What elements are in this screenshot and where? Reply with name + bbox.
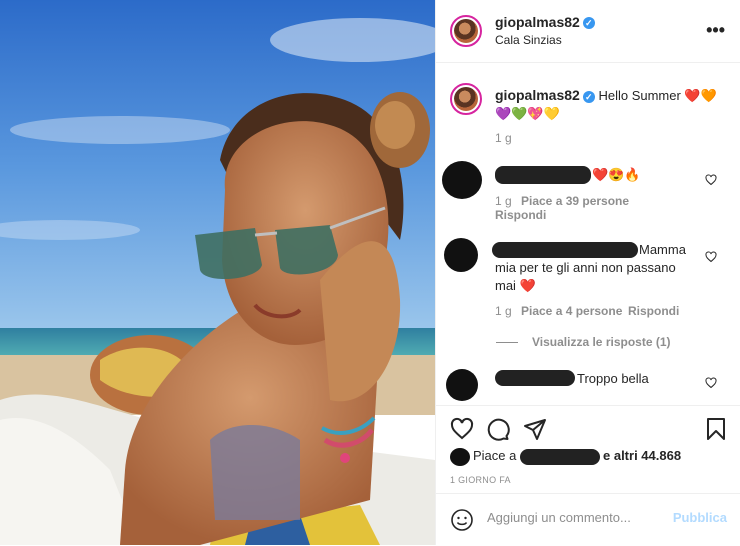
redacted-username bbox=[492, 242, 638, 258]
post-actions: Piace a e altri 44.868 1 GIORNO FA Aggiu… bbox=[436, 405, 740, 545]
location-link[interactable]: Cala Sinzias bbox=[495, 33, 562, 47]
comment-age[interactable]: 1 g bbox=[495, 304, 512, 318]
likes-count[interactable]: e altri 44.868 bbox=[603, 448, 681, 463]
header-user: giopalmas82 ✓ bbox=[495, 14, 595, 32]
more-options-icon[interactable]: ••• bbox=[706, 20, 725, 41]
likes-prefix: Piace a bbox=[473, 448, 517, 463]
add-comment-bar: Aggiungi un commento... Pubblica bbox=[436, 493, 740, 546]
caption-emojis: 💜💚💖💛 bbox=[495, 106, 560, 121]
post-side-panel: giopalmas82 ✓ Cala Sinzias ••• giopalmas8… bbox=[435, 0, 740, 545]
redacted-username bbox=[495, 370, 575, 386]
commenter-avatar[interactable] bbox=[446, 369, 478, 401]
caption-text: Hello Summer ❤️🧡 bbox=[598, 88, 717, 103]
post-image bbox=[0, 0, 435, 545]
commenter-avatar[interactable] bbox=[444, 238, 478, 272]
replies-divider bbox=[496, 342, 518, 343]
comment-input[interactable]: Aggiungi un commento... bbox=[487, 510, 631, 525]
caption-age[interactable]: 1 g bbox=[495, 131, 512, 145]
comment-like-heart-icon[interactable] bbox=[705, 174, 717, 186]
comment-bubble-icon[interactable] bbox=[486, 417, 510, 441]
reply-button[interactable]: Rispondi bbox=[628, 304, 679, 318]
post-photo[interactable] bbox=[0, 0, 435, 545]
verified-badge-icon: ✓ bbox=[582, 90, 595, 103]
redacted-liker bbox=[520, 449, 600, 465]
comment-age[interactable]: 1 g bbox=[495, 194, 512, 208]
save-bookmark-icon[interactable] bbox=[705, 417, 727, 441]
comment-like-heart-icon[interactable] bbox=[705, 251, 717, 263]
verified-badge-icon: ✓ bbox=[582, 16, 595, 29]
caption-avatar[interactable] bbox=[450, 83, 482, 115]
comment-likes[interactable]: Piace a 39 persone bbox=[521, 194, 629, 208]
comment-text: ❤️😍🔥 bbox=[592, 167, 641, 182]
share-paper-plane-icon[interactable] bbox=[523, 417, 547, 441]
emoji-smiley-icon[interactable] bbox=[450, 508, 474, 532]
comment-text: Mamma bbox=[639, 242, 686, 257]
post-time[interactable]: 1 GIORNO FA bbox=[450, 475, 511, 485]
comments-list[interactable]: giopalmas82 ✓ Hello Summer ❤️🧡 💜💚💖💛 1 g ❤… bbox=[436, 63, 740, 405]
comment-like-heart-icon[interactable] bbox=[705, 377, 717, 389]
like-heart-icon[interactable] bbox=[450, 417, 474, 441]
username-link[interactable]: giopalmas82 bbox=[495, 14, 580, 30]
view-replies-button[interactable]: Visualizza le risposte (1) bbox=[532, 335, 671, 349]
publish-button[interactable]: Pubblica bbox=[673, 510, 727, 525]
comment-text-rest: mia per te gli anni non passano mai ❤️ bbox=[495, 260, 676, 293]
post-header: giopalmas82 ✓ Cala Sinzias ••• bbox=[436, 0, 740, 63]
caption-username[interactable]: giopalmas82 bbox=[495, 87, 580, 103]
comment-text: Troppo bella bbox=[577, 371, 649, 386]
redacted-username bbox=[495, 166, 591, 184]
comment-likes[interactable]: Piace a 4 persone bbox=[521, 304, 622, 318]
liker-avatar[interactable] bbox=[450, 448, 470, 466]
avatar[interactable] bbox=[450, 15, 482, 47]
reply-button[interactable]: Rispondi bbox=[495, 208, 546, 222]
commenter-avatar[interactable] bbox=[442, 161, 482, 199]
caption: giopalmas82 ✓ Hello Summer ❤️🧡 💜💚💖💛 bbox=[495, 86, 725, 123]
